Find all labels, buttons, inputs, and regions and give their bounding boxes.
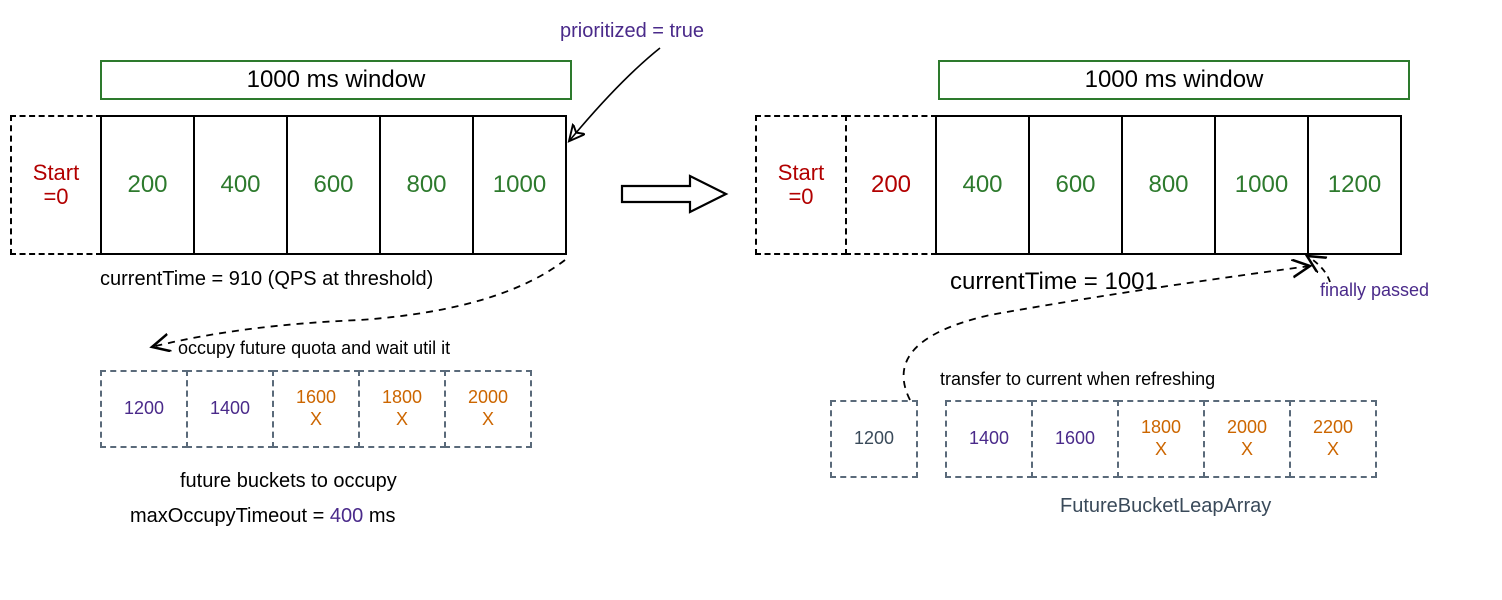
- right-start-bucket: Start =0: [755, 115, 847, 255]
- left-bucket-400: 400: [193, 115, 288, 255]
- left-bucket-600: 600: [286, 115, 381, 255]
- future-bucket-1400: 1400: [186, 370, 274, 448]
- right-footer-label: FutureBucketLeapArray: [1060, 495, 1271, 518]
- r-future-bucket-1400: 1400: [945, 400, 1033, 478]
- right-window-header: 1000 ms window: [938, 60, 1410, 100]
- left-bucket-200: 200: [100, 115, 195, 255]
- future-bucket-1800: 1800 X: [358, 370, 446, 448]
- future-bucket-1600: 1600 X: [272, 370, 360, 448]
- r-future-bucket-1800: 1800 X: [1117, 400, 1205, 478]
- arrow-occupy-icon: [140, 255, 580, 365]
- left-window-header: 1000 ms window: [100, 60, 572, 100]
- detached-bucket-1200: 1200: [830, 400, 918, 478]
- right-future-row: 1400 1600 1800 X 2000 X 2200 X: [945, 400, 1377, 478]
- left-bottom-label-1: future buckets to occupy: [180, 470, 397, 493]
- right-bucket-1200: 1200: [1307, 115, 1402, 255]
- r-future-bucket-1600: 1600: [1031, 400, 1119, 478]
- right-bucket-400: 400: [935, 115, 1030, 255]
- left-bucket-800: 800: [379, 115, 474, 255]
- future-bucket-1200: 1200: [100, 370, 188, 448]
- right-detached-bucket-row: 1200: [830, 400, 918, 478]
- arrow-transfer-icon: [870, 260, 1390, 410]
- arrow-prioritized-icon: [560, 40, 680, 160]
- right-bucket-800: 800: [1121, 115, 1216, 255]
- left-start-bucket: Start =0: [10, 115, 102, 255]
- transition-arrow-icon: [620, 172, 730, 221]
- right-bucket-600: 600: [1028, 115, 1123, 255]
- future-bucket-2000: 2000 X: [444, 370, 532, 448]
- left-bucket-1000: 1000: [472, 115, 567, 255]
- r-future-bucket-2200: 2200 X: [1289, 400, 1377, 478]
- diagram-root: prioritized = true 1000 ms window Start …: [10, 20, 1492, 580]
- right-bucket-200-expired: 200: [845, 115, 937, 255]
- left-bottom-label-2: maxOccupyTimeout = 400 ms: [130, 505, 395, 528]
- r-future-bucket-2000: 2000 X: [1203, 400, 1291, 478]
- right-bucket-1000: 1000: [1214, 115, 1309, 255]
- left-bucket-row: Start =0 200 400 600 800 1000: [10, 115, 567, 255]
- left-future-row: 1200 1400 1600 X 1800 X 2000 X: [100, 370, 532, 448]
- right-bucket-row: Start =0 200 400 600 800 1000 1200: [755, 115, 1402, 255]
- right-start-label: Start =0: [778, 161, 824, 209]
- left-start-label: Start =0: [33, 161, 79, 209]
